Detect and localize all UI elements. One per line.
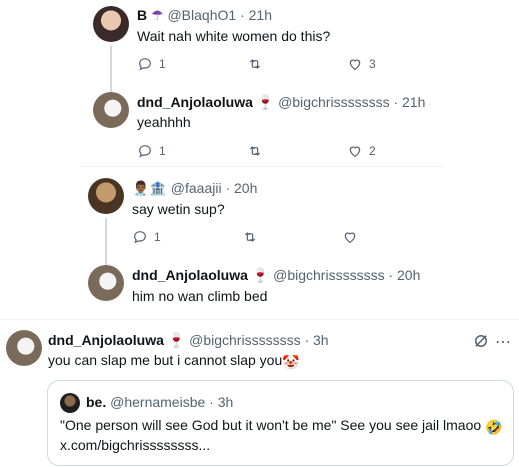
reply-icon	[139, 58, 151, 71]
timestamp[interactable]: 21h	[402, 94, 425, 110]
avatar[interactable]	[93, 92, 129, 128]
reply-count: 1	[159, 57, 166, 71]
reply-button[interactable]: 1	[137, 143, 247, 159]
handle[interactable]: @bigchrissssssss	[273, 267, 384, 283]
tweet-header: B ☂ @BlaqhO1 · 21h	[137, 7, 272, 23]
handle[interactable]: @bigchrissssssss	[278, 94, 389, 110]
timestamp[interactable]: 21h	[249, 7, 272, 23]
timestamp[interactable]: 20h	[397, 267, 420, 283]
tweet-header: dnd_Anjolaoluwa 🍷 @bigchrissssssss · 21h	[137, 94, 426, 110]
tweet-text: you can slap me but i cannot slap you🤡	[48, 352, 300, 370]
tweet-text: yeahhhh	[137, 114, 191, 130]
display-name[interactable]: dnd_Anjolaoluwa	[48, 332, 164, 348]
reply-button[interactable]: 1	[137, 56, 247, 72]
clown-face-icon: 🤡	[282, 354, 300, 370]
retweet-button[interactable]	[242, 229, 342, 245]
quote-tweet[interactable]: be. @hernameisbe · 3h "One person will s…	[47, 380, 514, 466]
emoji-icons: 👨🏾‍⚕️🏦	[132, 180, 167, 196]
tweet-header: dnd_Anjolaoluwa 🍷 @bigchrissssssss · 20h	[132, 267, 421, 283]
quote-link[interactable]: x.com/bigchrissssssss...	[60, 437, 210, 453]
heart-icon	[349, 59, 361, 71]
tweet-text: say wetin sup?	[132, 201, 225, 217]
like-button[interactable]	[342, 229, 358, 245]
thread-line	[105, 218, 107, 266]
divider	[0, 319, 519, 320]
like-button[interactable]: 2	[347, 143, 376, 159]
retweet-icon	[249, 59, 261, 69]
retweet-icon	[244, 232, 256, 242]
rolling-laughing-icon: 🤣	[485, 419, 503, 435]
reply-count: 1	[159, 144, 166, 158]
retweet-button[interactable]	[247, 143, 347, 159]
wine-glass-icon: 🍷	[256, 94, 275, 110]
like-count: 2	[369, 144, 376, 158]
avatar[interactable]	[88, 265, 124, 301]
tweet-actions: 1	[132, 229, 358, 245]
handle[interactable]: @BlaqhO1	[167, 7, 236, 23]
tweet-header: 👨🏾‍⚕️🏦 @faaajii · 20h	[132, 180, 258, 196]
heart-icon	[344, 232, 356, 244]
reply-button[interactable]: 1	[132, 229, 242, 245]
tweet-text: him no wan climb bed	[132, 288, 268, 304]
display-name[interactable]: dnd_Anjolaoluwa	[137, 94, 253, 110]
tweet-actions: 1 3	[137, 56, 376, 72]
display-name[interactable]: B	[137, 7, 147, 23]
quote-header: be. @hernameisbe · 3h	[86, 394, 234, 410]
thread-card	[80, 0, 444, 167]
retweet-icon	[249, 146, 261, 156]
avatar	[60, 393, 80, 413]
like-button[interactable]: 3	[347, 56, 376, 72]
avatar[interactable]	[88, 178, 124, 214]
avatar[interactable]	[6, 330, 42, 366]
tweet-actions: 1 2	[137, 143, 376, 159]
umbrella-icon: ☂	[151, 7, 164, 23]
heart-icon	[349, 146, 361, 158]
timestamp[interactable]: 20h	[234, 180, 257, 196]
display-name: be.	[86, 394, 107, 410]
handle[interactable]: @bigchrissssssss	[189, 332, 300, 348]
handle: @hernameisbe	[110, 394, 206, 410]
avatar[interactable]	[93, 6, 129, 42]
quote-text: "One person will see God but it won't be…	[60, 417, 503, 435]
grok-icon[interactable]	[472, 332, 490, 350]
wine-glass-icon: 🍷	[251, 267, 270, 283]
display-name[interactable]: dnd_Anjolaoluwa	[132, 267, 248, 283]
reply-count: 1	[154, 230, 161, 244]
thread-line	[110, 46, 112, 96]
tweet-header: dnd_Anjolaoluwa 🍷 @bigchrissssssss · 3h	[48, 332, 329, 348]
like-count: 3	[369, 57, 376, 71]
tweet-text: Wait nah white women do this?	[137, 28, 331, 44]
retweet-button[interactable]	[247, 56, 347, 72]
more-icon[interactable]: ⋯	[495, 332, 511, 352]
timestamp[interactable]: 3h	[313, 332, 329, 348]
handle[interactable]: @faaajii	[171, 180, 222, 196]
reply-icon	[139, 145, 151, 158]
reply-icon	[134, 231, 146, 244]
timestamp: 3h	[217, 394, 234, 410]
wine-glass-icon: 🍷	[167, 332, 186, 348]
